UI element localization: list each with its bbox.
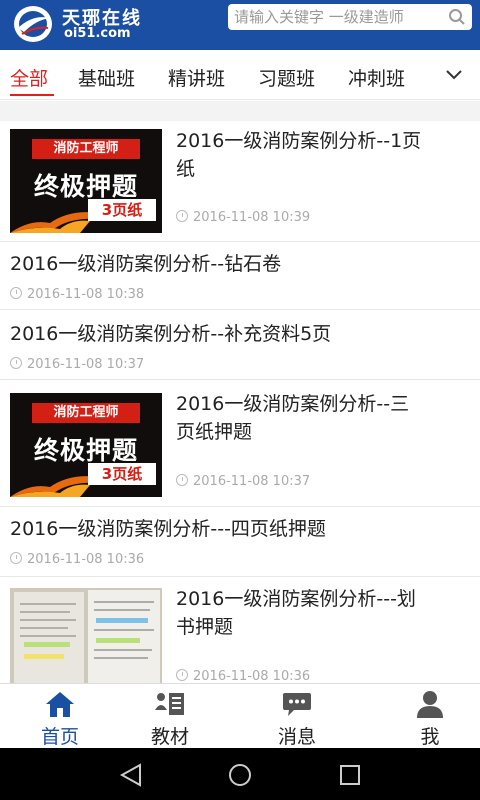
clock-icon bbox=[176, 210, 188, 222]
clock-icon bbox=[10, 357, 22, 369]
user-icon bbox=[417, 691, 443, 718]
article-time: 2016-11-08 10:37 bbox=[176, 474, 310, 489]
list-item[interactable]: 2016一级消防案例分析--钻石卷 2016-11-08 10:38 bbox=[0, 242, 480, 310]
app-header: 天琊在线 oi51.com bbox=[0, 0, 480, 50]
nav-textbook[interactable]: 教材 bbox=[110, 684, 230, 749]
article-title: 2016一级消防案例分析--1页 纸 bbox=[176, 130, 422, 180]
logo-mark-icon bbox=[14, 6, 52, 42]
article-list: 消防工程师 终极押题 3页纸 2016一级消防案例分析--1页 纸 2016-1… bbox=[0, 121, 480, 683]
nav-messages-label: 消息 bbox=[277, 726, 316, 748]
book-photo-icon bbox=[10, 588, 162, 683]
article-title: 2016一级消防案例分析--补充资料5页 bbox=[10, 323, 332, 345]
logo-domain: oi51.com bbox=[64, 26, 131, 41]
thumb-sub: 3页纸 bbox=[88, 199, 156, 221]
message-icon bbox=[283, 693, 311, 716]
list-item[interactable]: 消防工程师 终极押题 3页纸 2016一级消防案例分析--三 页纸押题 2016… bbox=[0, 380, 480, 507]
article-title: 2016一级消防案例分析--三 页纸押题 bbox=[176, 393, 410, 443]
tab-intensive[interactable]: 精讲班 bbox=[168, 64, 225, 91]
home-icon bbox=[46, 692, 74, 717]
tab-exercise[interactable]: 习题班 bbox=[258, 64, 315, 91]
clock-icon bbox=[10, 552, 22, 564]
thumb-label: 消防工程师 bbox=[32, 403, 140, 423]
chevron-down-icon[interactable] bbox=[444, 66, 464, 84]
nav-home[interactable]: 首页 bbox=[0, 684, 120, 749]
section-divider bbox=[0, 101, 480, 121]
list-item[interactable]: 2016一级消防案例分析---划 书押题 2016-11-08 10:36 bbox=[0, 577, 480, 683]
thumbnail-promo: 消防工程师 终极押题 3页纸 bbox=[10, 129, 162, 233]
article-time: 2016-11-08 10:37 bbox=[10, 357, 144, 372]
article-time: 2016-11-08 10:36 bbox=[176, 669, 310, 683]
article-title: 2016一级消防案例分析--钻石卷 bbox=[10, 253, 282, 275]
flame-graphic-icon bbox=[10, 476, 100, 497]
back-icon[interactable] bbox=[118, 762, 144, 788]
logo[interactable]: 天琊在线 oi51.com bbox=[12, 2, 162, 46]
article-time: 2016-11-08 10:38 bbox=[10, 287, 144, 302]
search-icon[interactable] bbox=[448, 8, 466, 26]
nav-me-label: 我 bbox=[420, 726, 440, 748]
list-item[interactable]: 消防工程师 终极押题 3页纸 2016一级消防案例分析--1页 纸 2016-1… bbox=[0, 121, 480, 242]
clock-icon bbox=[176, 474, 188, 486]
tab-basic[interactable]: 基础班 bbox=[78, 64, 135, 91]
search-box[interactable] bbox=[228, 4, 472, 30]
article-time: 2016-11-08 10:39 bbox=[176, 210, 310, 225]
thumb-sub: 3页纸 bbox=[88, 463, 156, 485]
nav-home-label: 首页 bbox=[40, 726, 79, 748]
list-item[interactable]: 2016一级消防案例分析---四页纸押题 2016-11-08 10:36 bbox=[0, 507, 480, 577]
nav-messages[interactable]: 消息 bbox=[237, 684, 357, 749]
recents-icon[interactable] bbox=[337, 762, 363, 788]
bottom-navigation: 首页 教材 消息 我 bbox=[0, 683, 480, 748]
nav-me[interactable]: 我 bbox=[370, 684, 480, 749]
tab-all[interactable]: 全部 bbox=[10, 64, 48, 91]
article-time: 2016-11-08 10:36 bbox=[10, 552, 144, 567]
android-system-bar bbox=[0, 748, 480, 800]
flame-graphic-icon bbox=[10, 212, 100, 233]
article-title: 2016一级消防案例分析---划 书押题 bbox=[176, 588, 416, 638]
clock-icon bbox=[176, 669, 188, 681]
category-tabs: 全部 基础班 精讲班 习题班 冲刺班 bbox=[0, 50, 480, 100]
book-list-icon bbox=[155, 693, 184, 715]
thumbnail-photo bbox=[10, 588, 162, 683]
clock-icon bbox=[10, 287, 22, 299]
thumbnail-promo: 消防工程师 终极押题 3页纸 bbox=[10, 393, 162, 497]
home-button-icon[interactable] bbox=[227, 762, 253, 788]
thumb-label: 消防工程师 bbox=[32, 139, 140, 159]
tab-sprint[interactable]: 冲刺班 bbox=[348, 64, 405, 91]
nav-textbook-label: 教材 bbox=[150, 726, 189, 748]
list-item[interactable]: 2016一级消防案例分析--补充资料5页 2016-11-08 10:37 bbox=[0, 310, 480, 380]
active-tab-indicator bbox=[10, 94, 54, 96]
search-input[interactable] bbox=[234, 7, 444, 27]
article-title: 2016一级消防案例分析---四页纸押题 bbox=[10, 518, 326, 540]
